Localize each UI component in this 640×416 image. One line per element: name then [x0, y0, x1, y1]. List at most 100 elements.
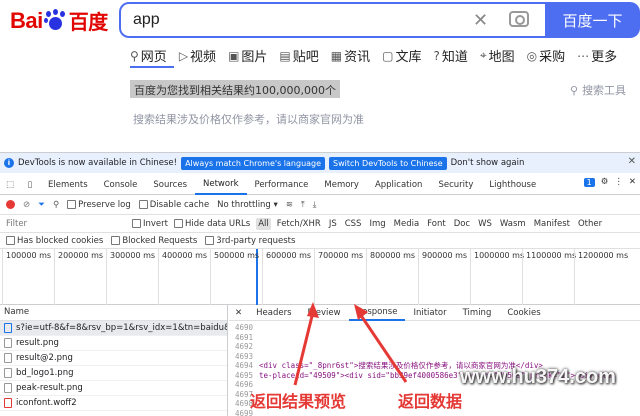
request-row[interactable]: result.png [0, 336, 227, 351]
tab-memory[interactable]: Memory [316, 175, 367, 195]
tab-wenku[interactable]: ▢ 文库 [382, 46, 421, 66]
tab-sources[interactable]: Sources [145, 175, 195, 195]
search-tools-button[interactable]: ⚲ 搜索工具 [570, 82, 626, 98]
clear-icon[interactable]: ⊘ [23, 200, 30, 210]
tab-network[interactable]: Network [195, 175, 247, 195]
device-toolbar-icon[interactable]: ▯ [20, 175, 40, 195]
request-row[interactable]: s?ie=utf-8&f=8&rsv_bp=1&rsv_idx=1&tn=bai… [0, 321, 227, 336]
tab-search[interactable]: ⚲ 网页 [130, 46, 167, 66]
tab-security[interactable]: Security [430, 175, 481, 195]
timeline-gridline [54, 249, 55, 305]
third-party-checkbox[interactable]: 3rd-party requests [205, 235, 295, 246]
wifi-icon[interactable]: ≋ [286, 200, 293, 210]
preserve-log-checkbox[interactable]: Preserve log [67, 199, 131, 210]
request-name: peak-result.png [16, 383, 83, 393]
tab-console[interactable]: Console [96, 175, 146, 195]
disable-cache-checkbox[interactable]: Disable cache [138, 199, 209, 210]
hide-data-urls-checkbox[interactable]: Hide data URLs [173, 218, 250, 229]
tab-map[interactable]: ⌖ 地图 [480, 46, 515, 65]
baidu-logo[interactable]: Bai 百度 [10, 6, 108, 35]
record-icon[interactable] [6, 200, 15, 209]
request-row[interactable]: bd_logo1.png [0, 366, 227, 381]
match-language-button[interactable]: Always match Chrome's language [181, 156, 326, 170]
tab-video[interactable]: ▷ 视频 [179, 46, 216, 66]
tab-lighthouse[interactable]: Lighthouse [481, 175, 544, 195]
throttling-select[interactable]: No throttling ▾ [217, 200, 278, 210]
search-icon[interactable]: ⚲ [53, 200, 59, 210]
blocked-row: Has blocked cookies Blocked Requests 3rd… [0, 233, 640, 249]
issues-badge[interactable]: 1 [583, 177, 595, 187]
timeline-gridline [158, 249, 159, 305]
dont-show-again-button[interactable]: Don't show again [451, 158, 525, 168]
line-number: 4691 [234, 332, 253, 342]
tab-news[interactable]: ▦ 资讯 [331, 46, 371, 66]
tab-cookies[interactable]: Cookies [499, 305, 548, 321]
request-name: iconfont.woff2 [16, 398, 77, 408]
tab-label: 网页 [140, 50, 167, 65]
tab-label: 资讯 [344, 50, 371, 65]
camera-icon[interactable] [509, 11, 529, 27]
tab-timing[interactable]: Timing [455, 305, 500, 321]
type-filter-all[interactable]: All [256, 217, 271, 230]
filter-input[interactable]: Filter [6, 219, 126, 229]
type-filter-img[interactable]: Img [367, 218, 387, 230]
zhidao-icon: ? [433, 48, 440, 63]
invert-checkbox[interactable]: Invert [132, 218, 168, 229]
type-filter-css[interactable]: CSS [343, 218, 364, 230]
type-filter-font[interactable]: Font [425, 218, 448, 230]
tab-more[interactable]: ⋯ 更多 [577, 46, 617, 66]
tab-image[interactable]: ▣ 图片 [228, 46, 267, 66]
inspect-icon[interactable]: ⬚ [0, 175, 20, 195]
type-filter-manifest[interactable]: Manifest [532, 218, 572, 230]
close-icon[interactable]: ✕ [229, 308, 248, 318]
filter-icon: ⚲ [570, 83, 579, 97]
timeline-gridline [418, 249, 419, 305]
type-filter-other[interactable]: Other [576, 218, 604, 230]
request-row[interactable]: peak-result.png [0, 381, 227, 396]
search-input[interactable]: app ✕ [119, 2, 545, 38]
tab-application[interactable]: Application [367, 175, 431, 195]
blocked-cookies-checkbox[interactable]: Has blocked cookies [6, 235, 103, 246]
gear-icon[interactable]: ⚙ [601, 177, 609, 187]
search-button[interactable]: 百度一下 [545, 2, 640, 38]
type-filter-js[interactable]: JS [327, 218, 339, 230]
timeline-gridline [210, 249, 211, 305]
timeline-tick-label: 700000 ms [318, 251, 364, 260]
logo-text-en: Bai [10, 7, 43, 33]
tieba-icon: ▤ [279, 48, 291, 63]
timeline-gridline [314, 249, 315, 305]
more-icon[interactable]: ⋮ [614, 177, 623, 187]
download-icon[interactable]: ⤓ [313, 200, 317, 210]
close-icon[interactable]: ✕ [628, 156, 636, 167]
tab-label: 贴吧 [292, 50, 319, 65]
type-filter-doc[interactable]: Doc [452, 218, 472, 230]
tab-purchase[interactable]: ◎ 采购 [527, 46, 566, 66]
filter-icon[interactable]: ⏷ [38, 200, 45, 210]
close-icon[interactable]: ✕ [473, 10, 488, 31]
timeline-gridline [574, 249, 575, 305]
timeline-gridline [522, 249, 523, 305]
tab-elements[interactable]: Elements [40, 175, 96, 195]
type-filter-ws[interactable]: WS [476, 218, 494, 230]
tab-performance[interactable]: Performance [247, 175, 317, 195]
type-filter-fetchxhr[interactable]: Fetch/XHR [275, 218, 323, 230]
network-timeline[interactable]: 100000 ms 200000 ms 300000 ms 400000 ms 5000… [0, 249, 640, 305]
request-list: Name s?ie=utf-8&f=8&rsv_bp=1&rsv_idx=1&t… [0, 305, 228, 416]
switch-chinese-button[interactable]: Switch DevTools to Chinese [329, 156, 447, 170]
tab-tieba[interactable]: ▤ 贴吧 [279, 46, 319, 66]
type-filter-wasm[interactable]: Wasm [498, 218, 528, 230]
timeline-gridline [366, 249, 367, 305]
annotation-preview: 返回结果预览 [250, 392, 347, 411]
request-row[interactable]: iconfont.woff2 [0, 396, 227, 411]
tab-zhidao[interactable]: ? 知道 [433, 46, 468, 66]
timeline-tick-label: 300000 ms [110, 251, 156, 260]
upload-icon[interactable]: ⤒ [301, 200, 305, 210]
search-icon: ⚲ [130, 48, 139, 63]
type-filter-media[interactable]: Media [392, 218, 422, 230]
info-icon: i [4, 158, 14, 168]
request-row[interactable]: result@2.png [0, 351, 227, 366]
timeline-gridline [106, 249, 107, 305]
blocked-requests-checkbox[interactable]: Blocked Requests [111, 235, 197, 246]
close-icon[interactable]: ✕ [629, 177, 636, 187]
file-icon [4, 338, 12, 348]
